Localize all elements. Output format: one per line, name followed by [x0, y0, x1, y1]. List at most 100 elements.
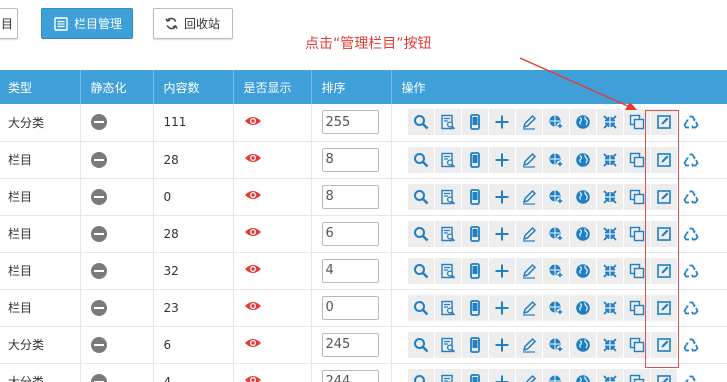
add-icon[interactable] — [488, 183, 515, 210]
manage-icon[interactable] — [650, 220, 677, 247]
collapse-icon[interactable] — [596, 220, 623, 247]
copy-icon[interactable] — [623, 109, 650, 136]
search-icon[interactable] — [407, 294, 434, 321]
web-add-icon[interactable] — [542, 331, 569, 358]
recycle-icon[interactable] — [678, 109, 704, 135]
mobile-icon[interactable] — [461, 183, 488, 210]
preview-icon[interactable] — [434, 294, 461, 321]
search-icon[interactable] — [407, 220, 434, 247]
copy-icon[interactable] — [623, 146, 650, 173]
mobile-icon[interactable] — [461, 331, 488, 358]
eye-icon[interactable] — [244, 337, 262, 352]
preview-icon[interactable] — [434, 368, 461, 382]
collapse-icon[interactable] — [596, 368, 623, 382]
copy-icon[interactable] — [623, 257, 650, 284]
sort-input[interactable] — [321, 369, 379, 382]
edit-icon[interactable] — [515, 146, 542, 173]
manage-icon[interactable] — [650, 368, 677, 382]
search-icon[interactable] — [407, 331, 434, 358]
web-add-icon[interactable] — [542, 220, 569, 247]
collapse-icon[interactable] — [596, 146, 623, 173]
mobile-icon[interactable] — [461, 257, 488, 284]
manage-icon[interactable] — [650, 331, 677, 358]
recycle-icon[interactable] — [678, 295, 704, 321]
copy-icon[interactable] — [623, 331, 650, 358]
globe-icon[interactable] — [569, 257, 596, 284]
eye-icon[interactable] — [244, 152, 262, 167]
add-icon[interactable] — [488, 257, 515, 284]
search-icon[interactable] — [407, 368, 434, 382]
eye-icon[interactable] — [244, 189, 262, 204]
eye-icon[interactable] — [244, 374, 262, 382]
recycle-bin-button[interactable]: 回收站 — [153, 8, 233, 39]
web-add-icon[interactable] — [542, 257, 569, 284]
collapse-icon[interactable] — [596, 331, 623, 358]
mobile-icon[interactable] — [461, 368, 488, 382]
manage-icon[interactable] — [650, 294, 677, 321]
search-icon[interactable] — [407, 146, 434, 173]
recycle-icon[interactable] — [678, 332, 704, 358]
add-icon[interactable] — [488, 368, 515, 382]
edit-icon[interactable] — [515, 257, 542, 284]
web-add-icon[interactable] — [542, 368, 569, 382]
add-icon[interactable] — [488, 331, 515, 358]
copy-icon[interactable] — [623, 368, 650, 382]
previous-button[interactable]: 目 — [0, 8, 18, 39]
sort-input[interactable] — [321, 147, 379, 172]
manage-icon[interactable] — [650, 146, 677, 173]
manage-icon[interactable] — [650, 257, 677, 284]
edit-icon[interactable] — [515, 109, 542, 136]
globe-icon[interactable] — [569, 331, 596, 358]
globe-icon[interactable] — [569, 294, 596, 321]
manage-icon[interactable] — [650, 183, 677, 210]
globe-icon[interactable] — [569, 183, 596, 210]
recycle-icon[interactable] — [678, 369, 704, 382]
collapse-icon[interactable] — [596, 257, 623, 284]
globe-icon[interactable] — [569, 368, 596, 382]
copy-icon[interactable] — [623, 220, 650, 247]
manage-icon[interactable] — [650, 109, 677, 136]
preview-icon[interactable] — [434, 220, 461, 247]
copy-icon[interactable] — [623, 294, 650, 321]
search-icon[interactable] — [407, 183, 434, 210]
mobile-icon[interactable] — [461, 220, 488, 247]
edit-icon[interactable] — [515, 331, 542, 358]
preview-icon[interactable] — [434, 109, 461, 136]
mobile-icon[interactable] — [461, 294, 488, 321]
add-icon[interactable] — [488, 109, 515, 136]
preview-icon[interactable] — [434, 257, 461, 284]
recycle-icon[interactable] — [678, 147, 704, 173]
collapse-icon[interactable] — [596, 183, 623, 210]
edit-icon[interactable] — [515, 183, 542, 210]
sort-input[interactable] — [321, 221, 379, 246]
web-add-icon[interactable] — [542, 146, 569, 173]
recycle-icon[interactable] — [678, 184, 704, 210]
eye-icon[interactable] — [244, 300, 262, 315]
globe-icon[interactable] — [569, 220, 596, 247]
recycle-icon[interactable] — [678, 258, 704, 284]
preview-icon[interactable] — [434, 331, 461, 358]
recycle-icon[interactable] — [678, 221, 704, 247]
search-icon[interactable] — [407, 109, 434, 136]
preview-icon[interactable] — [434, 146, 461, 173]
edit-icon[interactable] — [515, 368, 542, 382]
sort-input[interactable] — [321, 184, 379, 209]
web-add-icon[interactable] — [542, 109, 569, 136]
mobile-icon[interactable] — [461, 146, 488, 173]
globe-icon[interactable] — [569, 109, 596, 136]
eye-icon[interactable] — [244, 226, 262, 241]
mobile-icon[interactable] — [461, 109, 488, 136]
sort-input[interactable] — [321, 110, 379, 135]
search-icon[interactable] — [407, 257, 434, 284]
edit-icon[interactable] — [515, 294, 542, 321]
sort-input[interactable] — [321, 332, 379, 357]
add-icon[interactable] — [488, 220, 515, 247]
collapse-icon[interactable] — [596, 294, 623, 321]
globe-icon[interactable] — [569, 146, 596, 173]
add-icon[interactable] — [488, 294, 515, 321]
web-add-icon[interactable] — [542, 294, 569, 321]
web-add-icon[interactable] — [542, 183, 569, 210]
sort-input[interactable] — [321, 258, 379, 283]
edit-icon[interactable] — [515, 220, 542, 247]
copy-icon[interactable] — [623, 183, 650, 210]
